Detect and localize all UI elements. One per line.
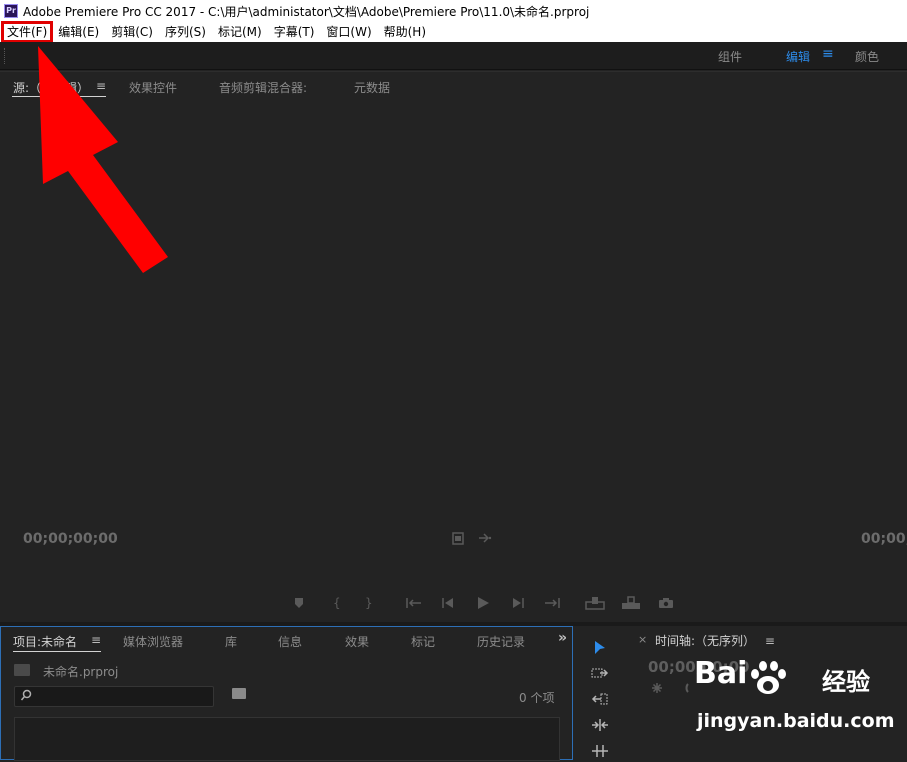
window-title: Adobe Premiere Pro CC 2017 - C:\用户\admin… xyxy=(23,4,590,19)
title-bar: Pr Adobe Premiere Pro CC 2017 - C:\用户\ad… xyxy=(0,0,907,22)
menu-help[interactable]: 帮助(H) xyxy=(378,22,432,42)
tab-media-browser[interactable]: 媒体浏览器 xyxy=(123,633,183,650)
baidu-paw-icon xyxy=(751,661,786,694)
tab-metadata[interactable]: 元数据 xyxy=(354,79,390,96)
go-to-out-icon[interactable] xyxy=(543,597,561,612)
grip-handle-icon[interactable] xyxy=(4,48,7,64)
new-search-bin-icon[interactable] xyxy=(232,688,246,699)
menu-edit[interactable]: 编辑(E) xyxy=(52,22,105,42)
workspace-tab-editing[interactable]: 编辑 xyxy=(786,48,810,65)
search-icon xyxy=(20,688,32,705)
timeline-title-text: 时间轴:（无序列） xyxy=(655,634,756,648)
active-tab-underline xyxy=(13,651,101,652)
drag-video-icon[interactable] xyxy=(452,532,464,548)
project-search-input[interactable] xyxy=(14,686,214,707)
source-panel-menu-icon[interactable]: ≡ xyxy=(96,79,106,93)
tab-audio-clip-mixer[interactable]: 音频剪辑混合器: xyxy=(219,79,307,96)
menu-bar: 文件(F) 编辑(E) 剪辑(C) 序列(S) 标记(M) 字幕(T) 窗口(W… xyxy=(0,21,907,43)
menu-sequence[interactable]: 序列(S) xyxy=(159,22,212,42)
menu-marker[interactable]: 标记(M) xyxy=(212,22,268,42)
project-item-list[interactable] xyxy=(14,717,560,761)
source-monitor-panel: 源:（无剪辑） ≡ 效果控件 音频剪辑混合器: 元数据 00;00;00;00 … xyxy=(0,71,907,622)
item-count: 0 个项 xyxy=(519,691,555,705)
premiere-app-icon: Pr xyxy=(4,4,18,18)
slip-tool-icon[interactable] xyxy=(591,744,609,762)
add-marker-icon[interactable] xyxy=(294,597,304,612)
overwrite-icon[interactable] xyxy=(621,596,641,613)
active-tab-underline xyxy=(12,96,106,97)
more-panels-chevron-icon[interactable]: » xyxy=(558,630,567,646)
insert-icon[interactable] xyxy=(585,596,605,613)
baidu-jingyan-watermark: Bai 经验 jingyan.baidu.com xyxy=(694,656,904,746)
export-frame-camera-icon[interactable] xyxy=(658,597,674,612)
mark-out-icon[interactable]: } xyxy=(365,596,373,610)
tab-history[interactable]: 历史记录 xyxy=(477,633,525,650)
project-file-name: 未命名.prproj xyxy=(43,665,119,679)
play-icon[interactable] xyxy=(476,596,490,613)
workspace-bar: 组件 编辑 ≡ 颜色 xyxy=(0,42,907,70)
tab-markers[interactable]: 标记 xyxy=(411,633,435,650)
workspace-tab-assembly[interactable]: 组件 xyxy=(718,48,742,65)
menu-file[interactable]: 文件(F) xyxy=(0,21,54,43)
mark-in-icon[interactable]: { xyxy=(333,596,341,610)
workspace-menu-icon[interactable]: ≡ xyxy=(822,46,834,62)
project-panel: 项目:未命名 ≡ 媒体浏览器 库 信息 效果 标记 历史记录 » 未命名.prp… xyxy=(0,626,573,761)
razor-tool-icon[interactable] xyxy=(591,718,609,736)
watermark-jingyan-text: 经验 xyxy=(822,668,870,696)
workspace-tab-color[interactable]: 颜色 xyxy=(855,48,879,65)
source-panel-tabs: 源:（无剪辑） ≡ 效果控件 音频剪辑混合器: 元数据 xyxy=(0,72,907,100)
source-timecode-duration: 00;00;0 xyxy=(861,531,907,547)
close-icon[interactable]: × xyxy=(638,633,647,646)
watermark-url: jingyan.baidu.com xyxy=(697,710,895,732)
menu-clip[interactable]: 剪辑(C) xyxy=(105,22,159,42)
track-select-tool-icon[interactable] xyxy=(591,666,609,684)
step-forward-icon[interactable] xyxy=(511,597,525,612)
go-to-in-icon[interactable] xyxy=(405,597,423,612)
tab-effect-controls[interactable]: 效果控件 xyxy=(129,79,177,96)
tab-project[interactable]: 项目:未命名 xyxy=(13,633,77,650)
tab-info[interactable]: 信息 xyxy=(278,633,302,650)
menu-window[interactable]: 窗口(W) xyxy=(320,22,377,42)
tools-panel xyxy=(575,626,625,760)
tab-effects[interactable]: 效果 xyxy=(345,633,369,650)
timeline-title[interactable]: 时间轴:（无序列） ≡ xyxy=(655,632,775,649)
tab-source[interactable]: 源:（无剪辑） xyxy=(13,79,89,96)
source-timecode-current[interactable]: 00;00;00;00 xyxy=(23,531,118,547)
snap-icon[interactable] xyxy=(651,682,663,697)
timeline-menu-icon[interactable]: ≡ xyxy=(765,634,775,648)
selection-tool-icon[interactable] xyxy=(591,640,609,658)
drag-audio-icon[interactable] xyxy=(478,532,492,547)
step-back-icon[interactable] xyxy=(441,597,455,612)
watermark-logo-text: Bai xyxy=(694,656,748,691)
project-panel-menu-icon[interactable]: ≡ xyxy=(91,633,101,647)
menu-title[interactable]: 字幕(T) xyxy=(268,22,321,42)
tab-libraries[interactable]: 库 xyxy=(225,633,237,650)
ripple-edit-tool-icon[interactable] xyxy=(591,692,609,710)
project-folder-icon xyxy=(14,664,30,676)
